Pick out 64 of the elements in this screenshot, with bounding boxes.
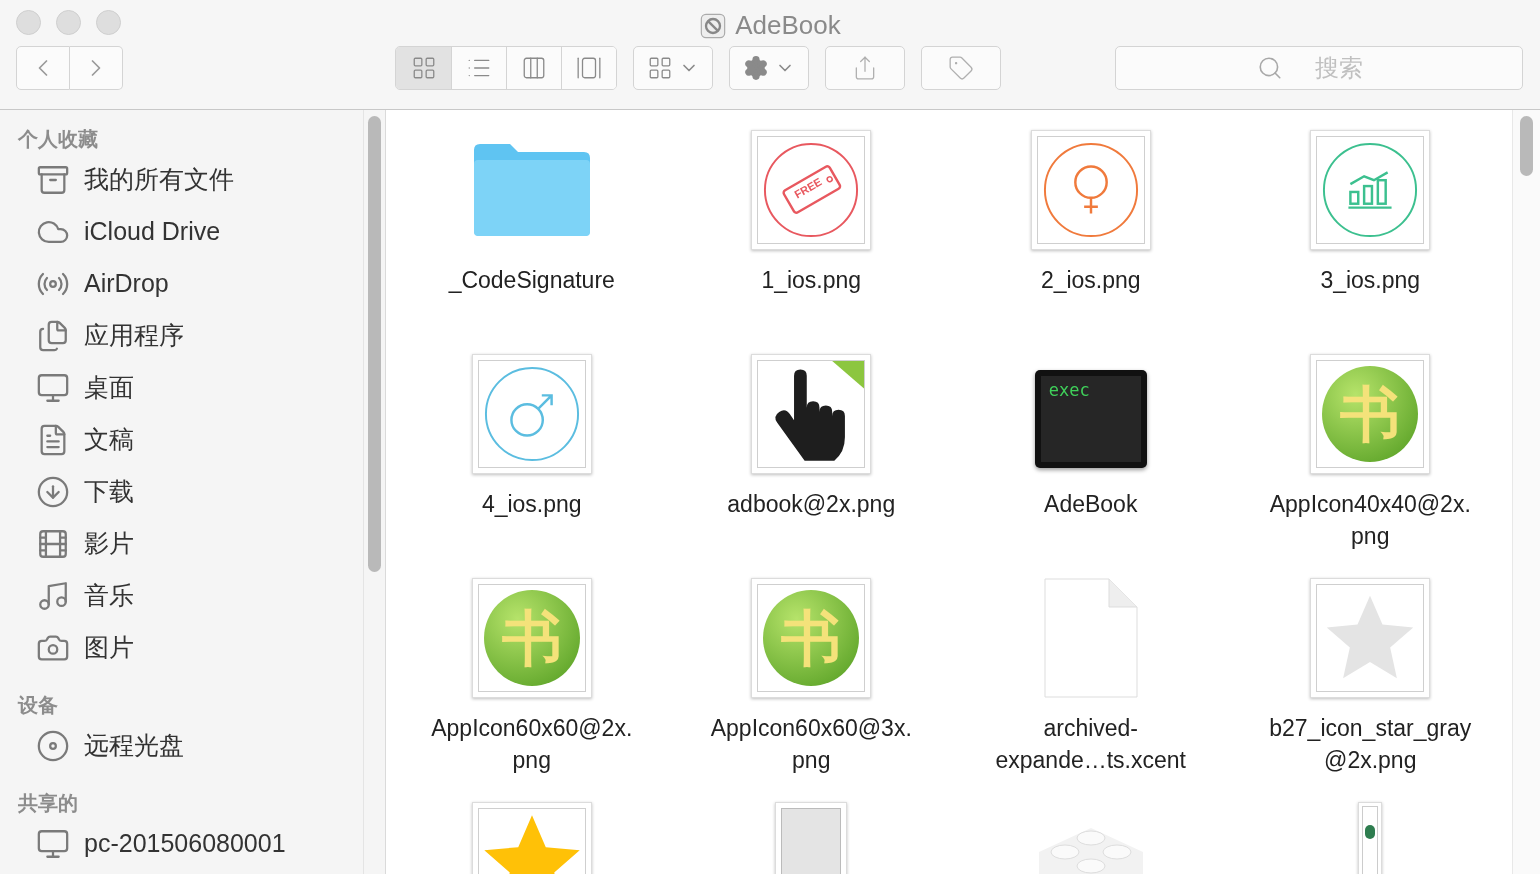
disc-icon (36, 729, 70, 763)
tag-icon (948, 55, 974, 81)
file-name[interactable]: b27_icon_star_gray @2x.png (1269, 712, 1472, 776)
computer-icon (36, 827, 70, 861)
columns-view-icon (521, 55, 547, 81)
app-logo: 书 (1322, 366, 1419, 462)
share-button[interactable] (825, 46, 905, 90)
app-logo: 书 (763, 590, 860, 686)
sidebar-item[interactable]: 下载 (0, 466, 363, 518)
file-name[interactable]: _CodeSignature (448, 264, 615, 296)
tag-button[interactable] (921, 46, 1001, 90)
search-icon (1257, 55, 1283, 81)
window-title: AdeBook (735, 9, 841, 42)
sidebar-item[interactable]: 影片 (0, 518, 363, 570)
settings-icon (743, 55, 769, 81)
file-name[interactable]: archived- expande…ts.xcent (995, 712, 1186, 776)
folder-icon (471, 142, 592, 238)
window-control[interactable] (56, 9, 81, 35)
document-icon (1042, 577, 1139, 699)
cover-view-icon (576, 55, 602, 81)
file-name[interactable]: AdeBook (1044, 488, 1138, 520)
section-heading: 共享的 (18, 791, 78, 816)
view-mode-button[interactable] (451, 47, 506, 89)
section-heading: 设备 (18, 693, 58, 718)
sidebar-item[interactable]: 图片 (0, 622, 363, 674)
file-name[interactable]: 1_ios.png (761, 264, 862, 296)
music-icon (36, 579, 70, 613)
back-button[interactable] (16, 46, 70, 90)
window-control[interactable] (96, 9, 121, 35)
download-icon (36, 475, 70, 509)
window-control[interactable] (16, 9, 41, 35)
section-heading: 个人收藏 (18, 127, 98, 152)
file-name[interactable]: 4_ios.png (481, 488, 582, 520)
scrollbar-thumb[interactable] (368, 116, 381, 572)
sidebar-item[interactable]: 音乐 (0, 570, 363, 622)
action-button[interactable] (729, 46, 809, 90)
sidebar-item[interactable]: iCloud Drive (0, 206, 363, 258)
file-name[interactable]: AppIcon60x60@2x. png (431, 712, 633, 776)
sidebar-item[interactable]: AirDrop (0, 258, 363, 310)
sidebar-item[interactable]: 我的所有文件 (0, 154, 363, 206)
view-mode-button[interactable] (561, 47, 616, 89)
sidebar-item[interactable]: pc-201506080001 (0, 818, 363, 870)
file-name[interactable]: AppIcon40x40@2x. png (1269, 488, 1471, 552)
view-mode-button[interactable] (506, 47, 561, 89)
view-mode-button[interactable] (396, 47, 451, 89)
film-icon (36, 527, 70, 561)
app-icon (699, 11, 728, 40)
search-field[interactable]: 搜索 (1115, 46, 1523, 90)
monitor-icon (36, 371, 70, 405)
archive-icon (36, 163, 70, 197)
grid-icon (647, 55, 673, 81)
sidebar-item[interactable]: 应用程序 (0, 310, 363, 362)
file-name[interactable]: AppIcon60x60@3x. png (710, 712, 912, 776)
file-name[interactable]: 3_ios.png (1320, 264, 1421, 296)
sidebar-item[interactable]: 远程光盘 (0, 720, 363, 772)
forward-button[interactable] (70, 46, 123, 90)
app-logo: 书 (483, 590, 580, 686)
file-name[interactable]: 2_ios.png (1040, 264, 1141, 296)
arrange-button[interactable] (633, 46, 713, 90)
file-name[interactable]: adbook@2x.png (727, 488, 896, 520)
scrollbar-thumb[interactable] (1520, 116, 1533, 176)
sidebar-item[interactable]: 文稿 (0, 414, 363, 466)
sidebar-item[interactable]: 桌面 (0, 362, 363, 414)
terminal-text: exec (1048, 380, 1090, 400)
